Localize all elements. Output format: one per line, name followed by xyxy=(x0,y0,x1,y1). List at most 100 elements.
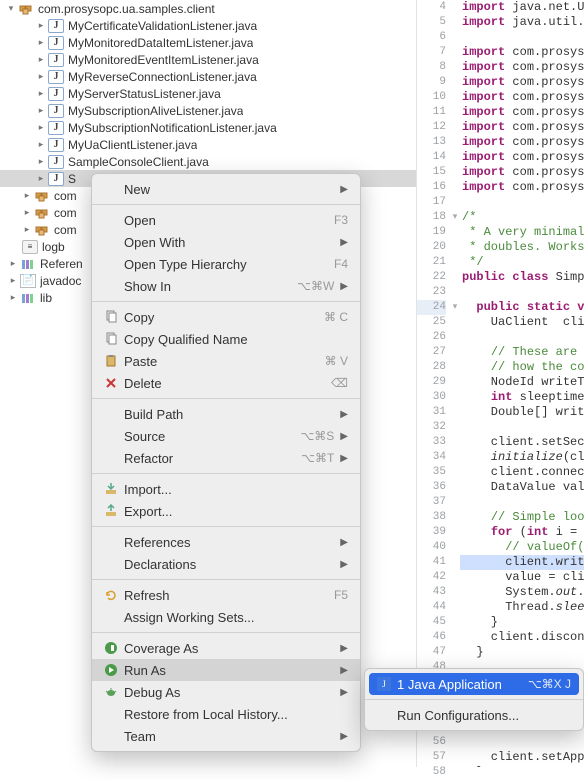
menu-item-references[interactable]: References▶ xyxy=(92,531,360,553)
menu-item-show-in[interactable]: Show In⌥⌘W▶ xyxy=(92,275,360,297)
file-label: MyServerStatusListener.java xyxy=(68,87,221,101)
tree-item[interactable]: ▸JMyMonitoredEventItemListener.java xyxy=(0,51,420,68)
tree-item[interactable]: ▸JMyServerStatusListener.java xyxy=(0,85,420,102)
export-icon xyxy=(102,504,120,518)
java-app-icon: J xyxy=(375,677,393,691)
file-label: MyMonitoredDataItemListener.java xyxy=(68,36,253,50)
java-file-icon: J xyxy=(48,155,64,169)
menu-item-copy[interactable]: Copy ⌘ C xyxy=(92,306,360,328)
chevron-right-icon: ▶ xyxy=(340,559,348,570)
menu-item-refresh[interactable]: Refresh F5 xyxy=(92,584,360,606)
chevron-right-icon: ▸ xyxy=(36,88,46,99)
menu-accel: F4 xyxy=(334,257,348,271)
code-area[interactable]: import java.net.Uimport java.util.Limpor… xyxy=(460,0,584,767)
menu-label: Open With xyxy=(124,235,334,250)
menu-separator xyxy=(92,526,360,527)
menu-item-restore-from-local-history-[interactable]: Restore from Local History... xyxy=(92,703,360,725)
menu-separator xyxy=(92,398,360,399)
tree-item[interactable]: ▸JMySubscriptionNotificationListener.jav… xyxy=(0,119,420,136)
chevron-right-icon: ▸ xyxy=(36,37,46,48)
menu-item-new[interactable]: New ▶ xyxy=(92,178,360,200)
chevron-right-icon: ▶ xyxy=(340,431,348,442)
menu-separator xyxy=(92,473,360,474)
menu-item-import-[interactable]: Import... xyxy=(92,478,360,500)
menu-accel: ⌥⌘T xyxy=(301,451,334,465)
file-label: SampleConsoleClient.java xyxy=(68,155,209,169)
file-label: logb xyxy=(42,240,65,254)
tree-item[interactable]: ▸JMyUaClientListener.java xyxy=(0,136,420,153)
menu-item-build-path[interactable]: Build Path▶ xyxy=(92,403,360,425)
chevron-right-icon: ▸ xyxy=(22,224,32,235)
tree-item[interactable]: ▸JMyReverseConnectionListener.java xyxy=(0,68,420,85)
menu-item-refactor[interactable]: Refactor ⌥⌘T ▶ xyxy=(92,447,360,469)
run-java-application[interactable]: J 1 Java Application ⌥⌘X J xyxy=(369,673,579,695)
file-label: MySubscriptionAliveListener.java xyxy=(68,104,243,118)
copy-icon xyxy=(102,310,120,324)
menu-item-export-[interactable]: Export... xyxy=(92,500,360,522)
package-label: com xyxy=(54,223,77,237)
tree-item[interactable]: ▸JMySubscriptionAliveListener.java xyxy=(0,102,420,119)
menu-item-paste[interactable]: Paste⌘ V xyxy=(92,350,360,372)
menu-item-debug-as[interactable]: Debug As▶ xyxy=(92,681,360,703)
menu-item-team[interactable]: Team▶ xyxy=(92,725,360,747)
menu-accel: ⌘ C xyxy=(324,310,348,324)
tree-item[interactable]: ▸JSampleConsoleClient.java xyxy=(0,153,420,170)
import-icon xyxy=(102,482,120,496)
tree-item[interactable]: ▸JMyCertificateValidationListener.java xyxy=(0,17,420,34)
chevron-right-icon: ▸ xyxy=(36,20,46,31)
chevron-right-icon: ▸ xyxy=(36,54,46,65)
chevron-right-icon: ▸ xyxy=(22,207,32,218)
delete-icon xyxy=(102,376,120,390)
menu-label: Declarations xyxy=(124,557,334,572)
chevron-right-icon: ▸ xyxy=(36,139,46,150)
menu-label: Refactor xyxy=(124,451,293,466)
menu-label: 1 Java Application xyxy=(397,677,520,692)
package-root[interactable]: ▾ com.prosysopc.ua.samples.client xyxy=(0,0,420,17)
tree-label: lib xyxy=(40,291,52,305)
tree-label: javadoc xyxy=(40,274,81,288)
file-label: MyMonitoredEventItemListener.java xyxy=(68,53,259,67)
java-file-icon: J xyxy=(48,19,64,33)
menu-separator xyxy=(92,301,360,302)
package-icon xyxy=(18,2,34,16)
menu-accel: F5 xyxy=(334,588,348,602)
menu-item-open[interactable]: OpenF3 xyxy=(92,209,360,231)
chevron-right-icon: ▶ xyxy=(340,537,348,548)
code-editor[interactable]: 4567891011121314151617181920212223242526… xyxy=(416,0,584,767)
tree-item[interactable]: ▸JMyMonitoredDataItemListener.java xyxy=(0,34,420,51)
menu-item-run-as[interactable]: Run As▶ xyxy=(92,659,360,681)
menu-item-copy-qualified-name[interactable]: Copy Qualified Name xyxy=(92,328,360,350)
menu-accel: ⌥⌘X J xyxy=(528,677,571,691)
library-icon xyxy=(20,291,36,305)
chevron-right-icon: ▸ xyxy=(36,71,46,82)
menu-item-source[interactable]: Source⌥⌘S▶ xyxy=(92,425,360,447)
menu-item-open-type-hierarchy[interactable]: Open Type HierarchyF4 xyxy=(92,253,360,275)
menu-label: New xyxy=(124,182,334,197)
chevron-right-icon: ▸ xyxy=(22,190,32,201)
menu-label: Import... xyxy=(124,482,348,497)
menu-label: Delete xyxy=(124,376,323,391)
menu-label: Debug As xyxy=(124,685,334,700)
run-configurations[interactable]: Run Configurations... xyxy=(365,704,583,726)
chevron-right-icon: ▶ xyxy=(340,453,348,464)
menu-label: Run As xyxy=(124,663,334,678)
chevron-right-icon: ▶ xyxy=(340,184,348,195)
menu-label: Team xyxy=(124,729,334,744)
chevron-right-icon: ▶ xyxy=(340,281,348,292)
copyq-icon xyxy=(102,332,120,346)
menu-label: Export... xyxy=(124,504,348,519)
line-number-gutter: 4567891011121314151617181920212223242526… xyxy=(417,0,450,767)
menu-item-open-with[interactable]: Open With▶ xyxy=(92,231,360,253)
menu-item-assign-working-sets-[interactable]: Assign Working Sets... xyxy=(92,606,360,628)
menu-item-delete[interactable]: Delete⌫ xyxy=(92,372,360,394)
menu-accel: F3 xyxy=(334,213,348,227)
cov-icon xyxy=(102,641,120,655)
run-icon xyxy=(102,663,120,677)
menu-label: Copy xyxy=(124,310,316,325)
javadoc-icon: 📄 xyxy=(20,274,36,288)
package-icon xyxy=(34,206,50,220)
menu-label: Refresh xyxy=(124,588,326,603)
menu-item-declarations[interactable]: Declarations ▶ xyxy=(92,553,360,575)
run-as-submenu: J 1 Java Application ⌥⌘X J Run Configura… xyxy=(364,668,584,731)
menu-item-coverage-as[interactable]: Coverage As▶ xyxy=(92,637,360,659)
